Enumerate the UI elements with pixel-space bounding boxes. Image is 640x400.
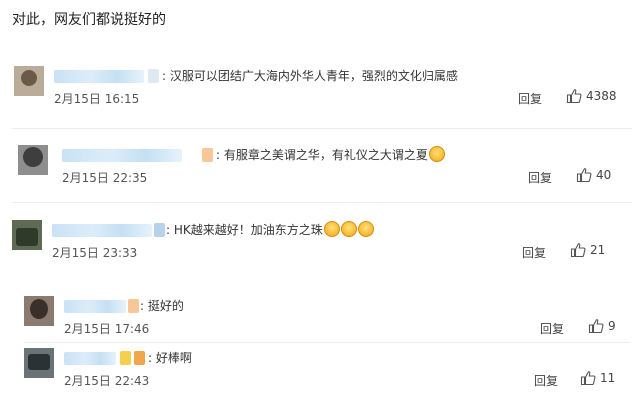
like-count: 4388 (586, 89, 617, 103)
comment-date: 2月15日 23:33 (52, 246, 138, 260)
like-button[interactable]: 40 (576, 166, 611, 184)
comment-date: 2月15日 22:35 (62, 171, 148, 185)
avatar[interactable] (12, 220, 42, 250)
reply-button[interactable]: 回复 (522, 244, 546, 261)
comment-date: 2月15日 16:15 (54, 92, 140, 106)
emoji-icon (428, 146, 445, 162)
comment-3: : HK越来越好！加油东方之珠 2月15日 23:33 回复 21 (12, 220, 640, 260)
thumbs-up-icon (576, 168, 592, 183)
user-badge-icon (202, 148, 213, 162)
user-badge-icon (128, 299, 139, 313)
divider (24, 342, 630, 343)
thumbs-up-icon (566, 89, 582, 104)
like-count: 11 (600, 371, 616, 385)
sub-reply-2: : 好棒啊 2月15日 22:43 回复 11 (24, 348, 640, 388)
avatar[interactable] (24, 296, 54, 326)
like-button[interactable]: 21 (570, 241, 605, 259)
like-count: 21 (590, 243, 606, 257)
like-button[interactable]: 4388 (566, 87, 617, 105)
like-count: 9 (608, 319, 616, 333)
comment-text: : 挺好的 (140, 299, 184, 313)
avatar[interactable] (18, 145, 48, 175)
comment-date: 2月15日 17:46 (64, 322, 150, 336)
username-blurred[interactable] (52, 224, 152, 237)
username-blurred[interactable] (54, 70, 144, 83)
avatar[interactable] (14, 66, 44, 96)
username-blurred[interactable] (62, 149, 182, 162)
username-blurred[interactable] (64, 300, 126, 313)
thumbs-up-icon (588, 319, 604, 334)
comment-date: 2月15日 22:43 (64, 374, 150, 388)
emoji-icon (340, 221, 357, 237)
comment-text: : 好棒啊 (148, 351, 192, 365)
emoji-icon (357, 221, 374, 237)
comment-text: : 汉服可以团结广大海内外华人青年，强烈的文化归属感 (162, 69, 458, 83)
user-badge-icon (154, 223, 165, 237)
reply-button[interactable]: 回复 (528, 169, 552, 186)
reply-button[interactable]: 回复 (540, 320, 564, 337)
user-badge-icon (148, 69, 159, 83)
reply-button[interactable]: 回复 (534, 372, 558, 389)
like-button[interactable]: 9 (588, 317, 616, 335)
user-badge-icon (134, 351, 145, 365)
comment-1: : 汉服可以团结广大海内外华人青年，强烈的文化归属感 2月15日 16:15 回… (14, 66, 640, 106)
user-badge-icon (120, 351, 131, 365)
like-count: 40 (596, 168, 612, 182)
reply-button[interactable]: 回复 (518, 90, 542, 107)
comment-text: : HK越来越好！加油东方之珠 (166, 221, 374, 238)
like-button[interactable]: 11 (580, 369, 615, 387)
divider (12, 202, 632, 203)
avatar[interactable] (24, 348, 54, 378)
comment-2: : 有服章之美谓之华，有礼仪之大谓之夏 2月15日 22:35 回复 40 (18, 145, 640, 185)
thumbs-up-icon (580, 371, 596, 386)
sub-reply-1: : 挺好的 2月15日 17:46 回复 9 (24, 296, 640, 336)
divider (12, 128, 632, 129)
comment-text: : 有服章之美谓之华，有礼仪之大谓之夏 (216, 146, 445, 163)
username-blurred[interactable] (64, 352, 116, 365)
emoji-icon (323, 221, 340, 237)
thumbs-up-icon (570, 243, 586, 258)
intro-text: 对此，网友们都说挺好的 (12, 12, 166, 28)
